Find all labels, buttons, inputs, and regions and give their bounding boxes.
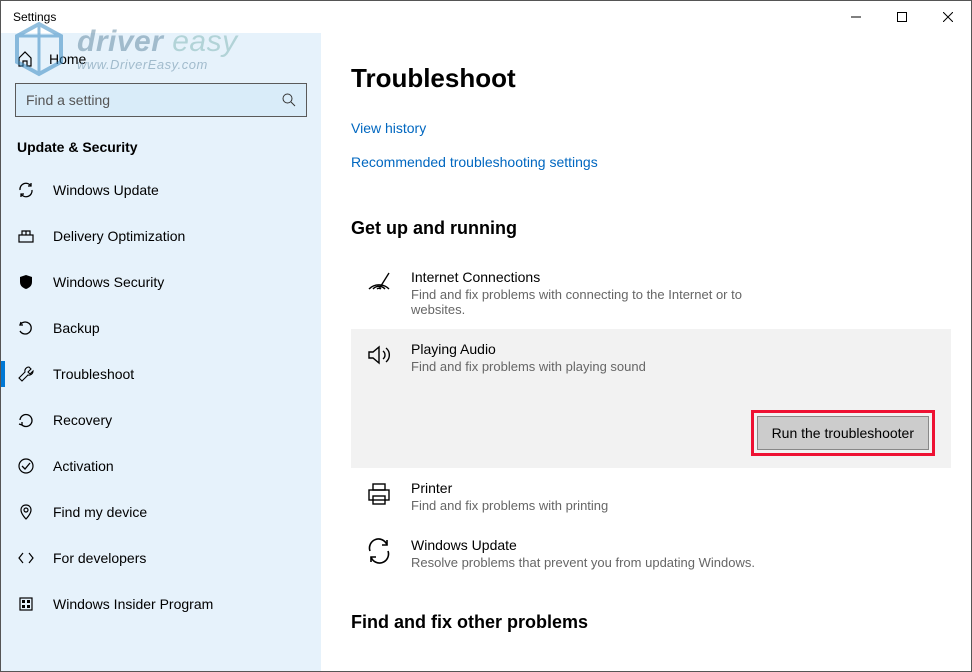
minimize-button[interactable] <box>833 1 879 33</box>
sidebar-item-activation[interactable]: Activation <box>1 443 321 489</box>
check-circle-icon <box>17 457 35 475</box>
search-icon <box>282 93 296 107</box>
page-title: Troubleshoot <box>351 63 951 94</box>
section-header: Update & Security <box>1 135 321 167</box>
search-input[interactable] <box>26 92 272 108</box>
troubleshooter-body: Internet Connections Find and fix proble… <box>411 269 937 317</box>
sidebar-item-label: Find my device <box>53 504 147 520</box>
sidebar-item-windows-insider[interactable]: Windows Insider Program <box>1 581 321 627</box>
troubleshooter-playing-audio[interactable]: Playing Audio Find and fix problems with… <box>351 329 951 468</box>
sidebar-item-label: Windows Security <box>53 274 164 290</box>
sidebar-item-label: Activation <box>53 458 114 474</box>
maximize-button[interactable] <box>879 1 925 33</box>
search-container <box>15 83 307 117</box>
wrench-icon <box>17 365 35 383</box>
troubleshooter-desc: Resolve problems that prevent you from u… <box>411 555 791 570</box>
subheading-find-fix: Find and fix other problems <box>351 612 951 633</box>
troubleshooter-windows-update[interactable]: Windows Update Resolve problems that pre… <box>351 525 951 582</box>
sync-icon <box>365 537 393 565</box>
troubleshooter-body: Playing Audio Find and fix problems with… <box>411 341 937 374</box>
sidebar-item-recovery[interactable]: Recovery <box>1 397 321 443</box>
troubleshooter-desc: Find and fix problems with playing sound <box>411 359 791 374</box>
home-icon <box>17 51 33 67</box>
run-button-highlight: Run the troubleshooter <box>751 410 935 456</box>
sidebar-item-label: Windows Update <box>53 182 159 198</box>
backup-icon <box>17 319 35 337</box>
troubleshooter-printer[interactable]: Printer Find and fix problems with print… <box>351 468 951 525</box>
shield-icon <box>17 273 35 291</box>
home-label: Home <box>49 51 86 67</box>
sidebar-item-label: For developers <box>53 550 146 566</box>
recovery-icon <box>17 411 35 429</box>
sidebar-item-label: Windows Insider Program <box>53 596 213 612</box>
sidebar-item-windows-security[interactable]: Windows Security <box>1 259 321 305</box>
troubleshooter-desc: Find and fix problems with connecting to… <box>411 287 791 317</box>
internet-icon <box>365 269 393 297</box>
troubleshooter-title: Playing Audio <box>411 341 937 357</box>
sidebar-item-windows-update[interactable]: Windows Update <box>1 167 321 213</box>
troubleshooter-body: Printer Find and fix problems with print… <box>411 480 937 513</box>
window-controls <box>833 1 971 33</box>
delivery-icon <box>17 227 35 245</box>
run-button-row: Run the troubleshooter <box>365 392 937 456</box>
link-view-history[interactable]: View history <box>351 120 426 136</box>
sidebar-item-find-my-device[interactable]: Find my device <box>1 489 321 535</box>
insider-icon <box>17 595 35 613</box>
audio-icon <box>365 341 393 369</box>
window-title: Settings <box>13 10 56 24</box>
sidebar-item-troubleshoot[interactable]: Troubleshoot <box>1 351 321 397</box>
sidebar-item-label: Backup <box>53 320 100 336</box>
close-button[interactable] <box>925 1 971 33</box>
sidebar-item-backup[interactable]: Backup <box>1 305 321 351</box>
search-input-wrap[interactable] <box>15 83 307 117</box>
subheading-get-up: Get up and running <box>351 218 951 239</box>
sidebar-item-label: Recovery <box>53 412 112 428</box>
main-panel: Troubleshoot View history Recommended tr… <box>321 33 971 671</box>
run-troubleshooter-button[interactable]: Run the troubleshooter <box>757 416 929 450</box>
sidebar-item-delivery-optimization[interactable]: Delivery Optimization <box>1 213 321 259</box>
nav: Windows Update Delivery Optimization Win… <box>1 167 321 671</box>
troubleshooter-body: Windows Update Resolve problems that pre… <box>411 537 937 570</box>
sidebar-item-label: Delivery Optimization <box>53 228 185 244</box>
developers-icon <box>17 549 35 567</box>
troubleshooter-title: Internet Connections <box>411 269 937 285</box>
location-icon <box>17 503 35 521</box>
troubleshooter-internet-connections[interactable]: Internet Connections Find and fix proble… <box>351 257 951 329</box>
sidebar-item-label: Troubleshoot <box>53 366 134 382</box>
home-nav[interactable]: Home <box>1 43 321 75</box>
troubleshooter-title: Windows Update <box>411 537 937 553</box>
troubleshooter-title: Printer <box>411 480 937 496</box>
troubleshooter-desc: Find and fix problems with printing <box>411 498 791 513</box>
sync-icon <box>17 181 35 199</box>
titlebar: Settings <box>1 1 971 33</box>
sidebar: Home Update & Security Windows Update De… <box>1 33 321 671</box>
link-recommended-settings[interactable]: Recommended troubleshooting settings <box>351 154 598 170</box>
content-area: Home Update & Security Windows Update De… <box>1 33 971 671</box>
printer-icon <box>365 480 393 508</box>
sidebar-item-for-developers[interactable]: For developers <box>1 535 321 581</box>
